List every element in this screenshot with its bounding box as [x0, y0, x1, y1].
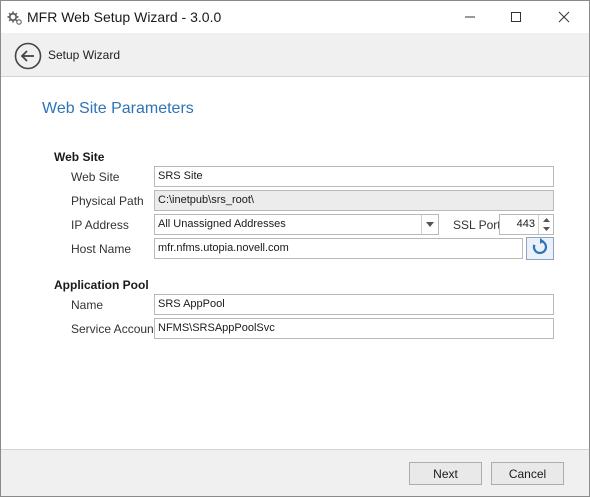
pool-name-label: Name — [71, 298, 104, 312]
web-site-label: Web Site — [71, 170, 120, 184]
ip-address-value: All Unassigned Addresses — [158, 218, 286, 230]
web-site-section-heading: Web Site — [54, 150, 105, 164]
host-name-input[interactable]: mfr.nfms.utopia.novell.com — [154, 238, 523, 259]
ssl-port-stepper[interactable]: 443 — [499, 214, 554, 235]
ip-address-dropdown[interactable]: All Unassigned Addresses — [154, 214, 439, 235]
nav-title: Setup Wizard — [48, 48, 121, 62]
ssl-port-label: SSL Port — [453, 218, 501, 232]
title-bar[interactable]: MFR Web Setup Wizard - 3.0.0 — [1, 1, 589, 33]
physical-path-label: Physical Path — [71, 194, 144, 208]
service-account-label: Service Account — [71, 322, 158, 336]
physical-path-input[interactable]: C:\inetpub\srs_root\ — [154, 190, 554, 211]
ssl-port-value: 443 — [516, 218, 535, 230]
minimize-button[interactable] — [447, 1, 493, 33]
close-button[interactable] — [541, 1, 587, 33]
wizard-window: MFR Web Setup Wizard - 3.0.0 Setup Wizar… — [0, 0, 590, 497]
next-button[interactable]: Next — [409, 462, 482, 485]
gears-icon — [7, 10, 23, 26]
spin-down-icon[interactable] — [539, 224, 553, 233]
app-pool-section-heading: Application Pool — [54, 278, 149, 292]
ip-address-label: IP Address — [71, 218, 129, 232]
spin-up-icon[interactable] — [539, 215, 553, 224]
wizard-nav-bar: Setup Wizard — [1, 33, 589, 77]
refresh-host-button[interactable] — [526, 237, 554, 260]
host-name-label: Host Name — [71, 242, 132, 256]
window-title: MFR Web Setup Wizard - 3.0.0 — [27, 9, 222, 25]
page-title: Web Site Parameters — [42, 100, 194, 117]
wizard-footer: Next Cancel — [1, 449, 589, 496]
web-site-input[interactable]: SRS Site — [154, 166, 554, 187]
service-account-input[interactable]: NFMS\SRSAppPoolSvc — [154, 318, 554, 339]
chevron-down-icon[interactable] — [421, 215, 438, 234]
ssl-port-spin-buttons — [538, 215, 553, 234]
maximize-button[interactable] — [493, 1, 539, 33]
pool-name-input[interactable]: SRS AppPool — [154, 294, 554, 315]
refresh-icon — [531, 238, 549, 259]
back-arrow-icon[interactable] — [14, 42, 42, 70]
cancel-button[interactable]: Cancel — [491, 462, 564, 485]
